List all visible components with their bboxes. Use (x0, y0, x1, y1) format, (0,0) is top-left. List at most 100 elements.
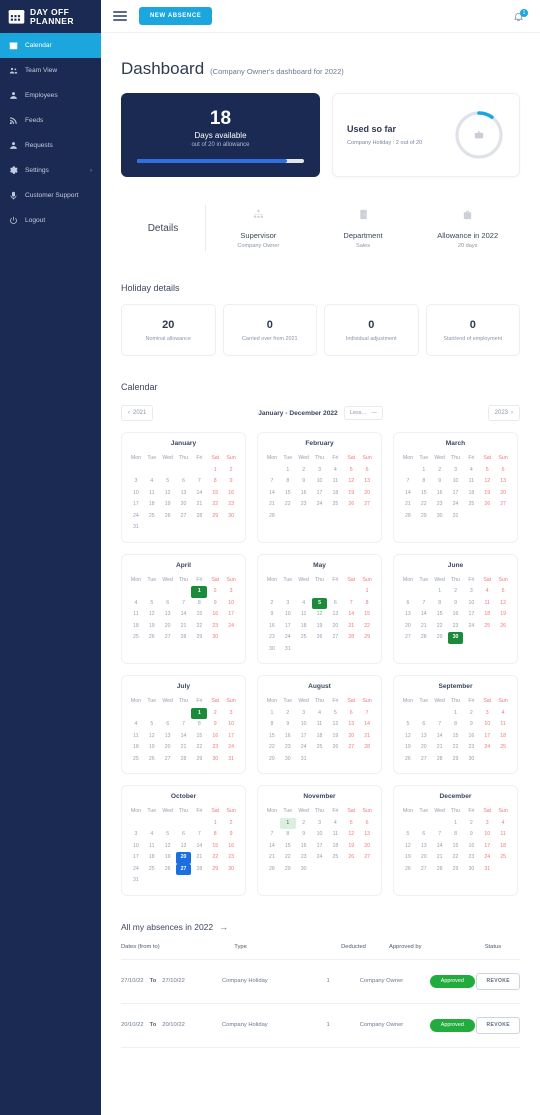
sidebar-item-employees[interactable]: Employees (0, 83, 101, 108)
day-cell[interactable]: 15 (448, 841, 464, 853)
day-cell[interactable]: 19 (400, 742, 416, 754)
day-cell[interactable]: 20 (327, 621, 343, 633)
day-cell[interactable]: 16 (207, 731, 223, 743)
day-cell[interactable]: 20 (176, 499, 192, 511)
day-cell[interactable]: 27 (416, 754, 432, 766)
day-cell[interactable]: 6 (416, 719, 432, 731)
day-cell[interactable]: 2 (223, 465, 239, 477)
day-cell[interactable]: 10 (223, 719, 239, 731)
notifications-button[interactable]: 1 (512, 8, 528, 24)
day-cell[interactable]: 24 (312, 852, 328, 864)
day-cell[interactable]: 9 (223, 476, 239, 488)
day-cell[interactable]: 26 (144, 754, 160, 766)
day-cell[interactable]: 6 (176, 829, 192, 841)
day-cell[interactable]: 11 (495, 719, 511, 731)
day-cell[interactable]: 1 (207, 818, 223, 830)
day-cell[interactable]: 31 (280, 644, 296, 656)
day-cell[interactable]: 27 (495, 499, 511, 511)
day-cell[interactable]: 24 (128, 511, 144, 523)
day-cell[interactable]: 31 (223, 754, 239, 766)
day-cell[interactable]: 27 (176, 511, 192, 523)
day-cell[interactable]: 22 (191, 621, 207, 633)
day-cell[interactable]: 8 (264, 719, 280, 731)
day-cell[interactable]: 10 (479, 719, 495, 731)
day-cell[interactable]: 10 (223, 598, 239, 610)
day-cell[interactable]: 30 (463, 864, 479, 876)
day-cell[interactable]: 16 (448, 609, 464, 621)
day-cell[interactable]: 10 (128, 841, 144, 853)
day-cell[interactable]: 9 (264, 609, 280, 621)
day-cell[interactable]: 7 (416, 598, 432, 610)
day-cell[interactable]: 18 (296, 621, 312, 633)
day-cell[interactable]: 13 (416, 841, 432, 853)
day-cell[interactable]: 31 (448, 511, 464, 523)
day-cell[interactable]: 22 (416, 499, 432, 511)
day-cell[interactable]: 21 (432, 742, 448, 754)
day-cell[interactable]: 28 (264, 864, 280, 876)
day-cell[interactable]: 21 (264, 499, 280, 511)
day-cell[interactable]: 25 (495, 742, 511, 754)
day-cell[interactable]: 16 (463, 731, 479, 743)
day-cell[interactable]: 29 (207, 864, 223, 876)
day-cell[interactable]: 17 (296, 731, 312, 743)
day-cell[interactable]: 3 (223, 586, 239, 598)
day-cell[interactable]: 2 (432, 465, 448, 477)
day-cell[interactable]: 19 (343, 488, 359, 500)
day-cell[interactable]: 20 (359, 841, 375, 853)
day-cell[interactable]: 29 (416, 511, 432, 523)
day-cell[interactable]: 5 (160, 476, 176, 488)
day-cell[interactable]: 28 (359, 742, 375, 754)
day-cell[interactable]: 11 (327, 476, 343, 488)
day-cell[interactable]: 20 (343, 731, 359, 743)
day-cell[interactable]: 20 (175, 852, 192, 864)
day-cell[interactable]: 19 (160, 499, 176, 511)
day-cell[interactable]: 12 (312, 609, 328, 621)
day-cell[interactable]: 24 (280, 632, 296, 644)
day-cell[interactable]: 25 (479, 621, 495, 633)
day-cell[interactable]: 29 (359, 632, 375, 644)
day-cell[interactable]: 3 (448, 465, 464, 477)
day-cell[interactable]: 6 (327, 598, 343, 610)
day-cell[interactable]: 12 (400, 841, 416, 853)
day-cell[interactable]: 26 (400, 754, 416, 766)
day-cell[interactable]: 5 (495, 586, 511, 598)
day-cell[interactable]: 10 (479, 829, 495, 841)
day-cell[interactable]: 6 (160, 598, 176, 610)
day-cell[interactable]: 22 (264, 742, 280, 754)
day-cell[interactable]: 6 (343, 708, 359, 720)
day-cell[interactable]: 7 (359, 708, 375, 720)
day-cell[interactable]: 14 (176, 731, 192, 743)
day-cell[interactable]: 20 (400, 621, 416, 633)
day-cell[interactable]: 4 (312, 708, 328, 720)
day-cell[interactable]: 21 (343, 621, 359, 633)
day-cell[interactable]: 27 (343, 742, 359, 754)
day-cell[interactable]: 22 (432, 621, 448, 633)
day-cell[interactable]: 17 (312, 488, 328, 500)
day-cell[interactable]: 27 (175, 863, 192, 875)
day-cell[interactable]: 22 (280, 852, 296, 864)
day-cell[interactable]: 12 (144, 609, 160, 621)
day-cell[interactable]: 11 (296, 609, 312, 621)
day-cell[interactable]: 11 (128, 609, 144, 621)
day-cell[interactable]: 11 (312, 719, 328, 731)
day-cell[interactable]: 12 (160, 488, 176, 500)
day-cell[interactable]: 24 (223, 742, 239, 754)
day-cell[interactable]: 13 (176, 841, 192, 853)
day-cell[interactable]: 4 (128, 719, 144, 731)
day-cell[interactable]: 1 (264, 708, 280, 720)
prev-year-button[interactable]: ‹ 2021 (121, 405, 154, 421)
day-cell[interactable]: 6 (416, 829, 432, 841)
day-cell[interactable]: 12 (343, 829, 359, 841)
day-cell[interactable]: 9 (207, 598, 223, 610)
day-cell[interactable]: 28 (191, 511, 207, 523)
day-cell[interactable]: 14 (191, 841, 207, 853)
day-cell[interactable]: 26 (144, 632, 160, 644)
day-cell[interactable]: 25 (327, 499, 343, 511)
day-cell[interactable]: 15 (416, 488, 432, 500)
day-cell[interactable]: 1 (448, 818, 464, 830)
day-cell[interactable]: 15 (448, 731, 464, 743)
day-cell[interactable]: 12 (495, 598, 511, 610)
day-cell[interactable]: 8 (191, 719, 207, 731)
day-cell[interactable]: 17 (479, 841, 495, 853)
sidebar-item-settings[interactable]: Settings › (0, 158, 101, 183)
